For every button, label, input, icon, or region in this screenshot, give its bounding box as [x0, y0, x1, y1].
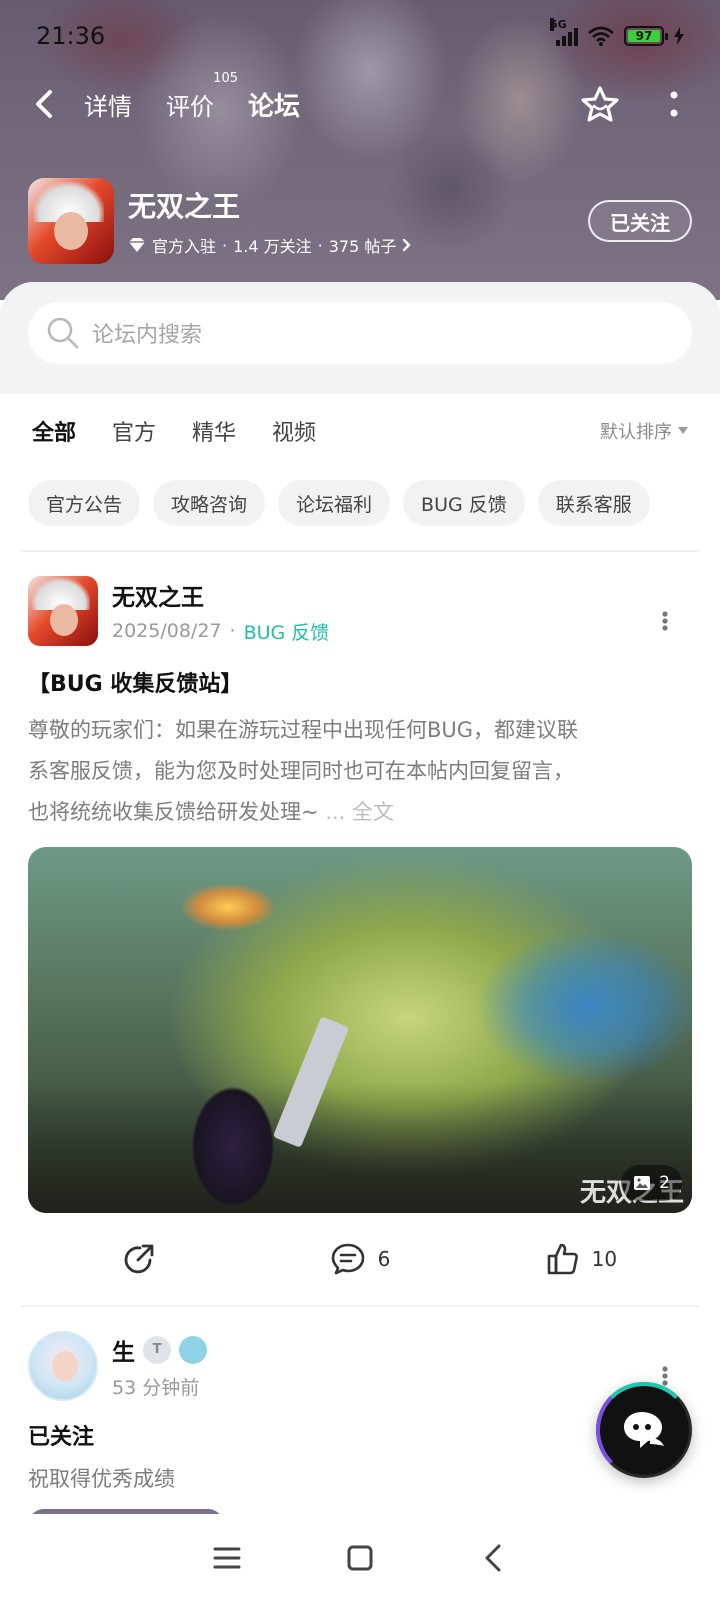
chat-bubble-icon	[624, 1412, 664, 1448]
post-body: 尊敬的玩家们：如果在游玩过程中出现任何BUG，都建议联 系客服反馈，能为您及时处…	[28, 718, 579, 824]
game-info-row: 无双之王 官方入驻 · 1.4 万关注 · 375 帖子 已关注	[28, 178, 692, 264]
chevron-right-icon	[403, 238, 412, 252]
ai-assistant-button[interactable]	[596, 1382, 692, 1478]
comment-count: 6	[377, 1247, 391, 1271]
back-arrow-icon	[485, 1544, 501, 1571]
post-title: 已关注	[28, 1425, 95, 1450]
home-square-icon	[347, 1545, 373, 1570]
tab-details[interactable]: 详情	[84, 87, 132, 122]
home-button[interactable]	[340, 1538, 380, 1578]
thumbs-up-icon	[547, 1243, 578, 1275]
signal-icon: 5G	[550, 18, 578, 46]
more-menu-button[interactable]	[652, 82, 696, 126]
recent-apps-button[interactable]	[207, 1538, 247, 1578]
share-icon	[124, 1244, 154, 1274]
game-name: 无双之王	[128, 190, 241, 223]
share-button[interactable]	[28, 1242, 249, 1276]
filter-tab-video[interactable]: 视频	[272, 415, 316, 447]
game-icon[interactable]	[28, 178, 114, 264]
game-stats[interactable]: 官方入驻 · 1.4 万关注 · 375 帖子	[128, 233, 588, 257]
tab-reviews-label: 评价	[166, 92, 214, 121]
back-button[interactable]	[24, 84, 64, 124]
wifi-icon	[588, 26, 614, 46]
diamond-icon	[129, 238, 145, 252]
search-icon	[47, 317, 79, 349]
comment-button[interactable]: 6	[249, 1242, 470, 1276]
reviews-count-badge: 105	[213, 70, 238, 86]
battery-level: 97	[628, 30, 660, 42]
star-icon	[581, 86, 619, 122]
post-time: 53 分钟前	[112, 1376, 200, 1399]
battery-icon: 97	[624, 26, 668, 46]
filter-tab-all[interactable]: 全部	[32, 415, 76, 451]
favorite-button[interactable]	[578, 82, 622, 126]
sort-dropdown[interactable]: 默认排序	[600, 418, 688, 444]
read-more-link[interactable]: 全文	[352, 800, 394, 824]
tab-forum-label: 论坛	[248, 91, 301, 122]
avatar[interactable]	[28, 576, 98, 646]
post-author[interactable]: 无双之王	[112, 578, 329, 612]
tab-forum[interactable]: 论坛	[245, 86, 303, 129]
topic-chips: 官方公告 攻略咨询 论坛福利 BUG 反馈 联系客服	[0, 468, 720, 538]
level-badge-icon: T	[143, 1335, 171, 1364]
image-count-badge: 2	[621, 1165, 682, 1201]
tab-reviews[interactable]: 评价 105	[166, 71, 238, 122]
menu-icon	[213, 1547, 241, 1568]
forum-content: 论坛内搜索 全部 官方 精华 视频 默认排序 官方公告 攻略咨询 论坛福利 BU…	[0, 282, 720, 1514]
post-actions: 6 10	[28, 1213, 692, 1305]
forum-header: 21:36 5G 97 详情 评价 105 论坛 无双之王 官方入驻 · 1.4…	[0, 0, 720, 300]
official-label: 官方入驻	[152, 237, 217, 256]
image-icon	[634, 1176, 651, 1190]
back-arrow-icon	[36, 90, 52, 118]
like-count: 10	[591, 1247, 618, 1271]
post-card[interactable]: 无双之王 2025/08/27 · BUG 反馈 【BUG 收集反馈站】 尊敬的…	[0, 552, 720, 1305]
posts-count: 375 帖子	[328, 237, 397, 256]
more-vertical-icon	[662, 611, 668, 631]
more-vertical-icon	[662, 1366, 668, 1386]
filter-tab-official[interactable]: 官方	[112, 415, 156, 447]
like-button[interactable]: 10	[471, 1242, 692, 1276]
sort-label: 默认排序	[600, 422, 672, 443]
status-bar: 21:36 5G 97	[0, 14, 720, 58]
post-author[interactable]: 生	[112, 1333, 135, 1367]
caret-down-icon	[678, 427, 688, 434]
avatar[interactable]	[28, 1331, 98, 1401]
post-title: 【BUG 收集反馈站】	[28, 672, 243, 697]
chip-guides[interactable]: 攻略咨询	[153, 480, 266, 526]
post-date: 2025/08/27	[112, 620, 222, 642]
user-badge-icon	[179, 1335, 207, 1364]
chip-bug-report[interactable]: BUG 反馈	[403, 480, 525, 526]
system-back-button[interactable]	[473, 1538, 513, 1578]
more-vertical-icon	[670, 91, 678, 117]
chip-announcements[interactable]: 官方公告	[28, 480, 141, 526]
post-tag[interactable]: BUG 反馈	[244, 618, 330, 645]
network-type: 5G	[550, 18, 567, 31]
top-nav: 详情 评价 105 论坛	[0, 71, 720, 130]
tab-details-label: 详情	[84, 92, 132, 121]
post-body: 祝取得优秀成绩	[28, 1467, 175, 1491]
charging-icon	[674, 27, 684, 45]
filter-tab-featured[interactable]: 精华	[192, 415, 236, 447]
status-time: 21:36	[36, 22, 106, 50]
post-image[interactable]: 无双之王 2	[28, 847, 692, 1213]
follow-button[interactable]: 已关注	[588, 200, 692, 242]
chip-benefits[interactable]: 论坛福利	[278, 480, 391, 526]
followers-count: 1.4 万关注	[233, 237, 312, 256]
comment-icon	[331, 1243, 364, 1275]
post-more-button[interactable]	[650, 606, 680, 636]
system-nav-bar	[0, 1514, 720, 1601]
search-placeholder: 论坛内搜索	[92, 323, 203, 348]
filter-tabs: 全部 官方 精华 视频 默认排序	[0, 394, 720, 468]
search-input[interactable]: 论坛内搜索	[28, 302, 692, 364]
chip-customer-service[interactable]: 联系客服	[537, 480, 650, 526]
